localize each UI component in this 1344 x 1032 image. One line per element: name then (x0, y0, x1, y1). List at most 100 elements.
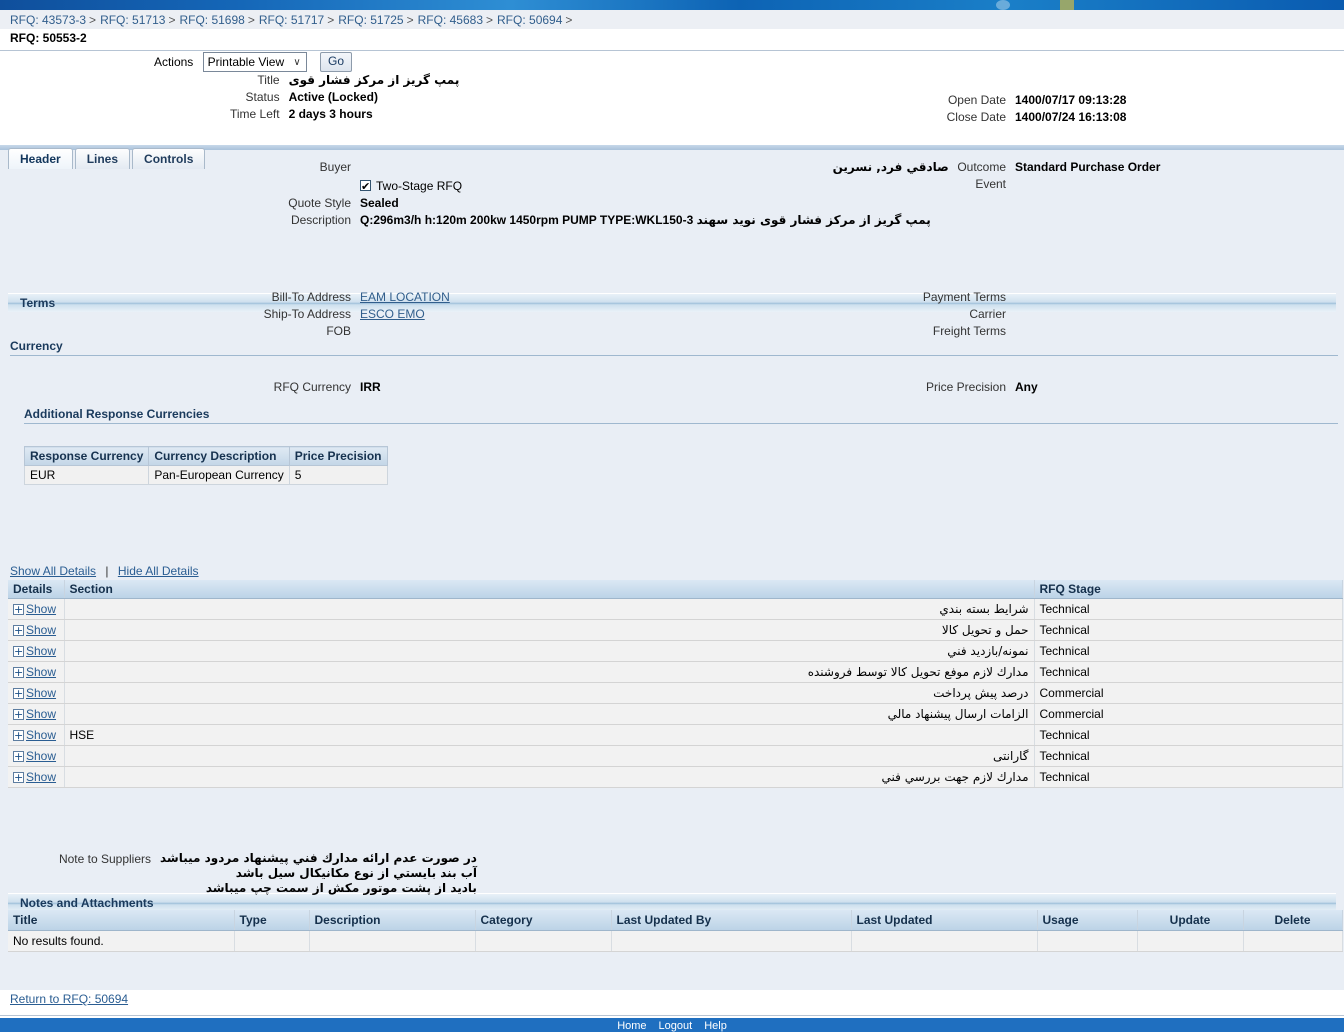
show-details-link[interactable]: Show (26, 665, 56, 679)
buyer-label: Buyer (319, 160, 351, 174)
carrier-label: Carrier (969, 307, 1006, 321)
additional-currencies-divider (24, 423, 1338, 424)
bill-to-address-link[interactable]: EAM LOCATION (360, 290, 450, 304)
breadcrumb-item-1[interactable]: RFQ: 51713 (100, 13, 165, 27)
requirements-stage-cell: Technical (1034, 766, 1343, 788)
note-line-2: بادید از پشت موتور مکش از سمت چپ میباشد (205, 881, 477, 895)
quote-style-value: Sealed (360, 196, 399, 210)
event-label: Event (975, 177, 1006, 191)
attachments-cell-6 (1037, 930, 1138, 952)
attachments-cell-2 (309, 930, 476, 952)
additional-currencies-header: Additional Response Currencies (24, 407, 1338, 424)
footer-link-help[interactable]: Help (698, 1020, 733, 1032)
currency-fields-left: RFQ Currency IRR (230, 379, 381, 396)
requirements-stage-cell: Technical (1034, 661, 1343, 683)
note-line-0: در صورت عدم ارائه مدارك فني پیشنهاد مردو… (160, 851, 477, 865)
footer-link-home[interactable]: Home (611, 1020, 652, 1032)
show-details-link[interactable]: Show (26, 644, 56, 658)
expand-plus-icon[interactable]: + (13, 646, 24, 658)
attachments-col-6: Usage (1037, 910, 1138, 931)
actions-label-top: Actions (153, 55, 194, 69)
table-row: + Show شرایط بسته بندي Technical (8, 598, 1343, 620)
requirements-details-cell: + Show (8, 619, 65, 641)
requirements-details-cell: + Show (8, 598, 65, 620)
breadcrumb-item-0[interactable]: RFQ: 43573-3 (10, 13, 86, 27)
outcome-label: Outcome (957, 160, 1006, 174)
currency-section-header: Currency (10, 339, 1338, 356)
requirements-stage-cell: Technical (1034, 724, 1343, 746)
attachments-col-1: Type (234, 910, 310, 931)
requirements-details-cell: + Show (8, 640, 65, 662)
rfq-currency-label: RFQ Currency (273, 380, 351, 394)
quote-style-label: Quote Style (288, 196, 351, 210)
expand-plus-icon[interactable]: + (13, 730, 24, 742)
breadcrumb-separator: > (565, 13, 573, 27)
show-details-link[interactable]: Show (26, 602, 56, 616)
hide-all-details-link[interactable]: Hide All Details (118, 564, 199, 578)
tab-lines[interactable]: Lines (74, 148, 131, 169)
expand-plus-icon[interactable]: + (13, 709, 24, 721)
attachments-cell-4 (611, 930, 852, 952)
requirements-section-cell: شرایط بسته بندي (64, 598, 1035, 620)
show-details-link[interactable]: Show (26, 749, 56, 763)
table-row: EUR Pan-European Currency 5 (23, 465, 388, 485)
attachments-cell-1 (234, 930, 310, 952)
terms-fields-left: Bill-To Address EAM LOCATION Ship-To Add… (230, 289, 450, 340)
breadcrumb-item-3[interactable]: RFQ: 51717 (259, 13, 324, 27)
show-details-link[interactable]: Show (26, 686, 56, 700)
attachments-col-7: Update (1137, 910, 1244, 931)
requirements-details-cell: + Show (8, 745, 65, 767)
expand-plus-icon[interactable]: + (13, 667, 24, 679)
expand-plus-icon[interactable]: + (13, 772, 24, 784)
show-details-link[interactable]: Show (26, 623, 56, 637)
requirements-section-cell: HSE (64, 724, 1035, 746)
requirements-stage-cell: Technical (1034, 619, 1343, 641)
show-details-link[interactable]: Show (26, 728, 56, 742)
description-value-ltr: Q:296m3/h h:120m 200kw 1450rpm PUMP TYPE… (360, 213, 694, 227)
go-button-top[interactable]: Go (319, 52, 352, 72)
expand-plus-icon[interactable]: + (13, 688, 24, 700)
show-details-link[interactable]: Show (26, 707, 56, 721)
ship-to-address-link[interactable]: ESCO EMO (360, 307, 425, 321)
footer-nav: Home Logout Help (0, 1018, 1344, 1032)
show-all-details-link[interactable]: Show All Details (10, 564, 96, 578)
outcome-value: Standard Purchase Order (1015, 160, 1161, 174)
footer-link-logout[interactable]: Logout (653, 1020, 699, 1032)
breadcrumb-item-2[interactable]: RFQ: 51698 (179, 13, 244, 27)
table-row: + Show حمل و تحویل کالا Technical (8, 619, 1343, 641)
footer-divider (0, 1015, 1344, 1016)
breadcrumb-item-4[interactable]: RFQ: 51725 (338, 13, 403, 27)
table-row: + Show نمونه/بازدید فني Technical (8, 640, 1343, 662)
open-date-label: Open Date (947, 93, 1006, 107)
breadcrumb-item-6[interactable]: RFQ: 50694 (497, 13, 562, 27)
return-to-rfq-link[interactable]: Return to RFQ: 50694 (10, 992, 128, 1006)
table-row: + Show مدارك لازم جهت بررسي فني Technical (8, 766, 1343, 788)
bill-to-label: Bill-To Address (271, 290, 351, 304)
attachments-cell-5 (851, 930, 1038, 952)
show-details-link[interactable]: Show (26, 770, 56, 784)
requirements-col-1: Section (64, 580, 1035, 599)
tab-header[interactable]: Header (8, 148, 73, 169)
expand-plus-icon[interactable]: + (13, 604, 24, 616)
table-header-row: Title Type Description Category Last Updated… (8, 910, 1343, 931)
open-date-value: 1400/07/17 09:13:28 (1015, 93, 1127, 107)
two-stage-rfq-checkbox[interactable] (360, 178, 371, 195)
expand-plus-icon[interactable]: + (13, 751, 24, 763)
app-top-bar (0, 0, 1344, 10)
printable-view-select-top[interactable]: Printable View ∨ (202, 52, 307, 72)
requirements-stage-cell: Technical (1034, 745, 1343, 767)
breadcrumb-item-5[interactable]: RFQ: 45683 (418, 13, 483, 27)
requirements-details-cell: + Show (8, 766, 65, 788)
currency-col-0: Response Currency (23, 446, 150, 466)
expand-plus-icon[interactable]: + (13, 625, 24, 637)
table-row: + Show HSE Technical (8, 724, 1343, 746)
breadcrumb-separator: > (89, 13, 97, 27)
breadcrumb-separator: > (247, 13, 255, 27)
tab-controls[interactable]: Controls (132, 148, 206, 169)
table-row: No results found. (8, 930, 1343, 952)
attachments-col-8: Delete (1243, 910, 1343, 931)
currency-cell-2: 5 (288, 465, 388, 485)
breadcrumb-separator: > (168, 13, 176, 27)
attachments-col-4: Last Updated By (611, 910, 852, 931)
ship-to-label: Ship-To Address (263, 307, 351, 321)
